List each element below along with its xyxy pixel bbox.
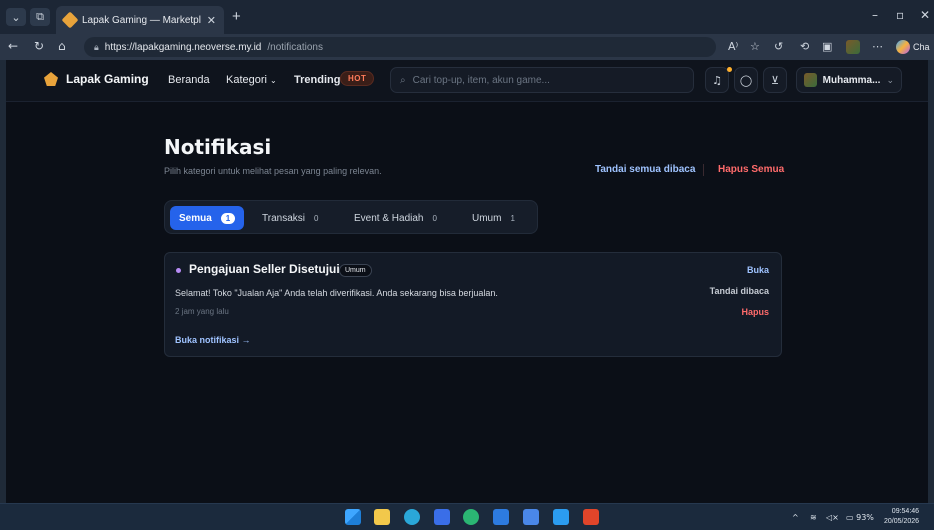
system-clock[interactable]: 09:54:46 20/05/2026 bbox=[884, 507, 919, 527]
tab-event-hadiah[interactable]: Event & Hadiah 0 bbox=[345, 206, 446, 230]
maximize-icon[interactable]: ▫ bbox=[896, 8, 904, 22]
delete-all-button[interactable]: Hapus Semua bbox=[718, 164, 784, 175]
search-input[interactable]: ⌕ Cari top-up, item, akun game... bbox=[390, 67, 694, 93]
mark-read-button[interactable]: Tandai dibaca bbox=[710, 286, 769, 296]
search-icon: ⌕ bbox=[400, 74, 406, 86]
browser-tab-title: Lapak Gaming — Marketplace Gar bbox=[82, 14, 201, 26]
sync-icon[interactable]: ↺ bbox=[774, 40, 783, 53]
app-icon[interactable] bbox=[493, 509, 509, 525]
url-path: /notifications bbox=[267, 41, 323, 53]
site-header: Lapak Gaming Beranda Kategori ⌄ Trending… bbox=[6, 60, 928, 102]
battery-indicator[interactable]: ▭ 93% bbox=[846, 513, 874, 522]
copilot-button[interactable]: Cha bbox=[896, 37, 934, 57]
open-notification-link[interactable]: Buka notifikasi → bbox=[175, 335, 251, 345]
site-viewport: Lapak Gaming Beranda Kategori ⌄ Trending… bbox=[6, 60, 928, 503]
clock-time: 09:54:46 bbox=[891, 508, 920, 515]
tab-semua[interactable]: Semua 1 bbox=[170, 206, 245, 230]
chrome-icon[interactable] bbox=[463, 509, 479, 525]
page-title: Notifikasi bbox=[164, 135, 272, 159]
notification-dot bbox=[727, 67, 732, 72]
file-explorer-icon[interactable] bbox=[374, 509, 390, 525]
clock-date: 20/05/2026 bbox=[884, 518, 920, 525]
volume-icon[interactable]: ◁× bbox=[826, 513, 839, 522]
close-tab-icon[interactable]: ✕ bbox=[207, 14, 216, 27]
user-menu[interactable]: Muhamma... ⌄ bbox=[796, 67, 902, 93]
category-tabs: Semua 1 Transaksi 0 Event & Hadiah 0 Umu… bbox=[164, 200, 538, 234]
taskbar: ^ ≋ ◁× ▭ 93% 09:54:46 20/05/2026 bbox=[0, 503, 934, 530]
tab-transaksi[interactable]: Transaksi 0 bbox=[253, 206, 327, 230]
notification-message: Selamat! Toko "Jualan Aja" Anda telah di… bbox=[175, 288, 498, 298]
tab-count: 0 bbox=[313, 213, 319, 223]
profile-avatar-icon[interactable] bbox=[846, 40, 860, 54]
brand-name: Lapak Gaming bbox=[66, 72, 149, 86]
store-icon[interactable] bbox=[434, 509, 450, 525]
history-icon[interactable]: ⟲ bbox=[800, 40, 809, 53]
browser-tab-active[interactable]: Lapak Gaming — Marketplace Gar ✕ bbox=[56, 6, 224, 34]
close-window-icon[interactable]: ✕ bbox=[920, 8, 930, 22]
lock-icon: 🔒︎ bbox=[94, 41, 99, 52]
notepad-icon[interactable] bbox=[523, 509, 539, 525]
site-favicon-icon bbox=[61, 11, 79, 29]
notification-card[interactable]: Pengajuan Seller Disetujui Umum Selamat!… bbox=[164, 252, 782, 357]
tab-count: 1 bbox=[220, 212, 236, 224]
browser-titlebar: ⌄ ⧉ Lapak Gaming — Marketplace Gar ✕ + –… bbox=[0, 0, 934, 34]
divider bbox=[703, 164, 704, 176]
cart-icon[interactable]: ⊻ bbox=[763, 67, 787, 93]
app2-icon[interactable] bbox=[583, 509, 599, 525]
tab-label: Semua bbox=[179, 212, 212, 224]
minimize-icon[interactable]: – bbox=[872, 8, 878, 22]
battery-icon: ▭ bbox=[846, 513, 854, 522]
nav-category-label: Kategori bbox=[226, 74, 267, 86]
notification-bell-icon[interactable]: ♫ bbox=[705, 67, 729, 93]
nav-trending[interactable]: Trending bbox=[294, 74, 340, 86]
user-name: Muhamma... bbox=[822, 74, 881, 86]
category-badge: Umum bbox=[339, 264, 372, 277]
battery-level: 93% bbox=[856, 513, 874, 522]
hot-badge: HOT bbox=[340, 71, 375, 86]
refresh-icon[interactable]: ↻ bbox=[34, 39, 44, 53]
notification-time: 2 jam yang lalu bbox=[175, 307, 229, 316]
favorite-icon[interactable]: ☆ bbox=[750, 40, 760, 53]
delete-button[interactable]: Hapus bbox=[741, 307, 769, 317]
nav-home[interactable]: Beranda bbox=[168, 74, 210, 86]
notification-title: Pengajuan Seller Disetujui bbox=[189, 262, 340, 276]
tab-label: Umum bbox=[472, 212, 502, 224]
nav-category[interactable]: Kategori ⌄ bbox=[226, 74, 277, 86]
back-icon[interactable]: ← bbox=[8, 39, 18, 53]
vscode-icon[interactable] bbox=[553, 509, 569, 525]
edge-icon[interactable] bbox=[404, 509, 420, 525]
mark-all-read-button[interactable]: Tandai semua dibaca bbox=[595, 164, 695, 175]
brand-logo[interactable]: Lapak Gaming bbox=[44, 72, 149, 86]
tab-count: 1 bbox=[510, 213, 515, 223]
search-placeholder: Cari top-up, item, akun game... bbox=[412, 74, 550, 86]
copilot-label: Cha bbox=[913, 42, 930, 52]
page-subtitle: Pilih kategori untuk melihat pesan yang … bbox=[164, 166, 382, 176]
windows-start-icon[interactable] bbox=[345, 509, 361, 525]
tab-count: 0 bbox=[432, 213, 437, 223]
browser-addressbar: ← ↻ ⌂ 🔒︎ https://lapakgaming.neoverse.my… bbox=[0, 34, 934, 60]
collections-icon[interactable]: ▣ bbox=[822, 40, 832, 53]
more-icon[interactable]: ⋯ bbox=[872, 40, 883, 53]
chevron-down-icon: ⌄ bbox=[886, 74, 894, 85]
tab-label: Event & Hadiah bbox=[354, 212, 424, 224]
new-tab-plus-icon[interactable]: + bbox=[232, 8, 241, 25]
chat-icon[interactable]: ◯ bbox=[734, 67, 758, 93]
unread-dot bbox=[176, 268, 181, 273]
avatar bbox=[804, 73, 817, 87]
tray-chevron-icon[interactable]: ^ bbox=[792, 513, 799, 522]
home-icon[interactable]: ⌂ bbox=[58, 39, 66, 53]
tab-umum[interactable]: Umum 1 bbox=[463, 206, 524, 230]
tab-label: Transaksi bbox=[262, 212, 305, 224]
wifi-icon[interactable]: ≋ bbox=[810, 513, 817, 522]
brand-mark-icon bbox=[44, 72, 58, 86]
url-domain: https://lapakgaming.neoverse.my.id bbox=[104, 41, 262, 53]
url-field[interactable]: 🔒︎ https://lapakgaming.neoverse.my.id/no… bbox=[84, 37, 716, 57]
open-button[interactable]: Buka bbox=[747, 265, 769, 275]
tab-actions-chevron-icon[interactable]: ⌄ bbox=[6, 8, 26, 26]
copilot-icon bbox=[896, 40, 910, 54]
chevron-down-icon: ⌄ bbox=[270, 76, 277, 85]
workspaces-icon[interactable]: ⧉ bbox=[30, 8, 50, 26]
read-aloud-icon[interactable]: A⁾ bbox=[728, 40, 738, 53]
